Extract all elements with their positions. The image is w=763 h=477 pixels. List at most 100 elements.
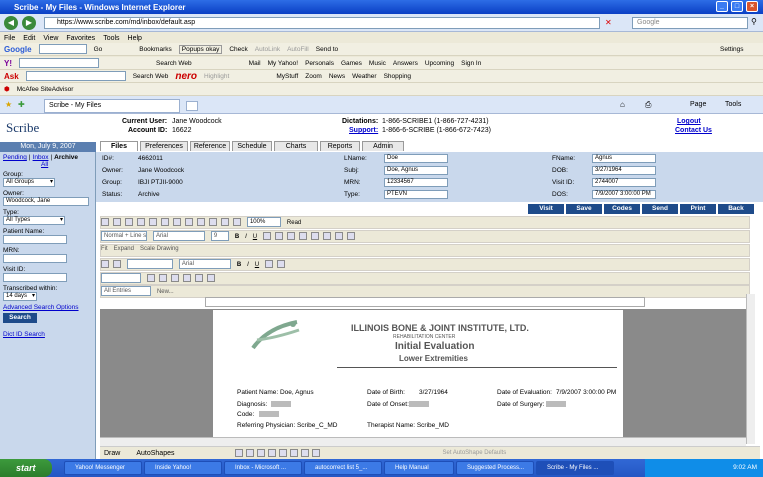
owner-input[interactable]: Woodcock, Jane	[3, 197, 89, 206]
yahoo-search-input[interactable]	[19, 58, 99, 68]
textbox-icon[interactable]	[278, 449, 287, 457]
align-icon-2[interactable]	[265, 260, 274, 268]
google-toolbar-input[interactable]	[38, 44, 87, 54]
mrn-info-input[interactable]: 12334567	[384, 178, 448, 187]
bold-icon[interactable]: B	[235, 234, 239, 240]
ie-tab-scribe[interactable]: Scribe - My Files	[44, 99, 180, 113]
task-suggested-process[interactable]: Suggested Process...	[456, 461, 534, 475]
table-icon[interactable]	[221, 218, 229, 226]
new-entry-button[interactable]: New...	[157, 289, 174, 295]
font-color-icon[interactable]	[347, 232, 356, 240]
mystuff-button[interactable]: MyStuff	[276, 73, 298, 80]
all-entries-select[interactable]: All Entries	[101, 286, 151, 296]
surgery-field[interactable]	[546, 401, 566, 407]
numbering-icon[interactable]	[311, 232, 320, 240]
autolink-button[interactable]: AutoLink	[255, 46, 280, 53]
tab-reference[interactable]: Reference	[190, 141, 230, 151]
merge-icon[interactable]	[182, 274, 191, 282]
print-preview-icon[interactable]	[137, 218, 145, 226]
bookmarks-button[interactable]: Bookmarks	[139, 46, 172, 53]
news-button[interactable]: News	[329, 73, 345, 80]
support-link[interactable]: Support:	[349, 127, 378, 134]
autoshapes-menu[interactable]: AutoShapes	[136, 450, 174, 457]
task-help-manual[interactable]: Help Manual	[384, 461, 454, 475]
draw-menu[interactable]: Draw	[104, 450, 120, 457]
underline-icon-2[interactable]: U	[255, 262, 259, 268]
print-icon-2[interactable]	[113, 260, 121, 268]
sum-icon[interactable]	[206, 274, 215, 282]
mrn-input[interactable]	[3, 254, 67, 263]
sort-icon[interactable]	[194, 274, 203, 282]
forward-icon[interactable]: ▶	[22, 16, 36, 30]
fname-input[interactable]: Agnus	[592, 154, 656, 163]
google-search-input[interactable]: Google	[632, 17, 748, 29]
markup-select[interactable]	[101, 273, 141, 283]
save-button[interactable]: Save	[566, 204, 602, 214]
codes-button[interactable]: Codes	[604, 204, 640, 214]
redo-icon[interactable]	[209, 218, 217, 226]
align-left-icon[interactable]	[263, 232, 272, 240]
tab-charts[interactable]: Charts	[274, 141, 318, 151]
document-horizontal-scrollbar[interactable]	[100, 437, 746, 446]
shadow-icon[interactable]	[311, 449, 320, 457]
upcoming-button[interactable]: Upcoming	[425, 60, 454, 67]
favorites-star-icon[interactable]: ★	[5, 100, 12, 109]
print-icon[interactable]: ⎙	[645, 100, 651, 110]
border-icon[interactable]	[146, 274, 155, 282]
menu-help[interactable]: Help	[128, 35, 142, 42]
send-button[interactable]: Send	[642, 204, 678, 214]
zoom-button[interactable]: Zoom	[305, 73, 322, 80]
dos-input[interactable]: 7/9/2007 3:00:00 PM	[592, 190, 656, 199]
patient-name-input[interactable]	[3, 235, 67, 244]
columns-icon[interactable]	[233, 218, 241, 226]
all-link[interactable]: All	[41, 161, 48, 168]
onset-field[interactable]	[409, 401, 429, 407]
address-input[interactable]: https://www.scribe.com/md/inbox/default.…	[44, 17, 600, 29]
sendto-button[interactable]: Send to	[316, 46, 338, 53]
sign-in-button[interactable]: Sign In	[461, 60, 481, 67]
expand-button[interactable]: Expand	[114, 246, 134, 252]
menu-edit[interactable]: Edit	[23, 35, 35, 42]
search-button[interactable]: Search	[3, 313, 37, 323]
task-autocorrect[interactable]: autocorrect list 5_...	[304, 461, 382, 475]
save-icon-2[interactable]	[101, 260, 109, 268]
yahoo-mail-button[interactable]: Mail	[249, 60, 261, 67]
align-center-icon[interactable]	[275, 232, 284, 240]
align-right-icon[interactable]	[287, 232, 296, 240]
advanced-search-link[interactable]: Advanced Search Options	[3, 304, 79, 311]
games-button[interactable]: Games	[341, 60, 362, 67]
back-icon[interactable]: ◀	[4, 16, 18, 30]
open-icon[interactable]	[113, 218, 121, 226]
stop-icon[interactable]: ✕	[605, 18, 612, 27]
yahoo-search-web-button[interactable]: Search Web	[156, 60, 192, 67]
dict-id-search-link[interactable]: Dict ID Search	[3, 331, 45, 338]
personals-button[interactable]: Personals	[305, 60, 334, 67]
zoom-select[interactable]: 100%	[246, 217, 281, 227]
tab-preferences[interactable]: Preferences	[140, 141, 188, 151]
menu-tools[interactable]: Tools	[103, 35, 119, 42]
arrow-icon[interactable]	[245, 449, 254, 457]
style-select-2[interactable]	[126, 259, 173, 269]
add-favorite-icon[interactable]: ✚	[18, 100, 25, 109]
code-field[interactable]	[259, 411, 279, 417]
highlight-icon[interactable]	[335, 232, 344, 240]
tab-reports[interactable]: Reports	[320, 141, 360, 151]
minimize-button[interactable]: _	[716, 1, 728, 12]
menu-file[interactable]: File	[4, 35, 15, 42]
dob-input[interactable]: 3/27/1964	[592, 166, 656, 175]
my-yahoo-button[interactable]: My Yahoo!	[268, 60, 298, 67]
autoshape-defaults-button[interactable]: Set AutoShape Defaults	[443, 450, 507, 456]
search-icon[interactable]: ⚲	[751, 17, 757, 26]
document-vertical-scrollbar[interactable]	[746, 294, 755, 444]
page-menu[interactable]: Page	[690, 101, 706, 108]
answers-button[interactable]: Answers	[393, 60, 418, 67]
oval-icon[interactable]	[267, 449, 276, 457]
close-button[interactable]: ×	[746, 1, 758, 12]
bullets-icon[interactable]	[323, 232, 332, 240]
font-size-select[interactable]: 9	[210, 231, 229, 241]
menu-view[interactable]: View	[43, 35, 58, 42]
group-select[interactable]: All Groups	[3, 178, 55, 187]
bold-icon-2[interactable]: B	[237, 262, 241, 268]
visit-info-input[interactable]: 2744007	[592, 178, 656, 187]
start-button[interactable]: start	[0, 459, 52, 477]
